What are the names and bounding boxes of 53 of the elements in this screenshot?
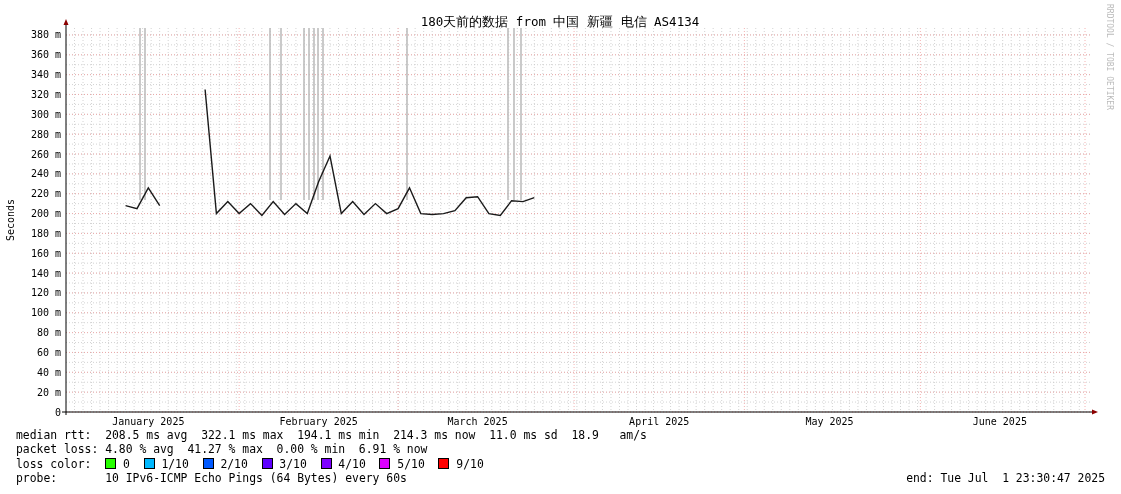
legend-value: am/s xyxy=(619,428,647,443)
tick-label: 200 m xyxy=(30,208,61,220)
legend-value: 1/10 xyxy=(161,456,189,471)
legend-value: 11.0 ms sd xyxy=(489,428,558,443)
end-time: end: Tue Jul 1 23:30:47 2025 xyxy=(906,470,1105,486)
tick-label: 320 m xyxy=(30,89,61,100)
legend-label: probe: xyxy=(16,470,59,486)
tick-label: 0 xyxy=(54,406,61,418)
legend-label: median rtt: xyxy=(16,428,93,443)
tick-label: May 2025 xyxy=(805,416,854,427)
tick-label: 180 m xyxy=(30,227,61,239)
legend-label: packet loss: xyxy=(16,442,100,457)
legend-value: 9/10 xyxy=(456,456,484,471)
tick-label: 260 m xyxy=(30,148,61,160)
tick-label: 140 m xyxy=(30,267,61,279)
legend-label: loss color: xyxy=(16,456,93,471)
tick-label: February 2025 xyxy=(279,416,358,427)
y-axis-label: Seconds xyxy=(5,198,16,242)
legend-value: 4.80 % avg xyxy=(105,442,174,457)
legend-value: 0.00 % min xyxy=(276,442,346,457)
tick-label: 20 m xyxy=(36,386,61,398)
legend-value: 194.1 ms min xyxy=(297,428,380,443)
tick-label: 100 m xyxy=(30,307,61,319)
legend-value: 3/10 xyxy=(279,456,307,471)
legend-value: 5/10 xyxy=(397,456,425,471)
tick-label: 220 m xyxy=(30,188,61,200)
tick-label: 240 m xyxy=(30,168,61,180)
tick-label: 80 m xyxy=(36,327,61,339)
tick-label: 40 m xyxy=(36,366,61,378)
tick-label: 380 m xyxy=(30,29,61,41)
legend-value: 2/10 xyxy=(220,456,248,471)
tick-label: 160 m xyxy=(30,247,61,259)
tick-label: March 2025 xyxy=(447,416,508,427)
legend-value: 0 xyxy=(123,456,130,471)
legend-value: 18.9 xyxy=(571,428,600,443)
chart-title: 180天前的数据 from 中国 新疆 电信 AS4134 xyxy=(420,14,700,29)
tick-label: April 2025 xyxy=(629,416,690,427)
tick-label: 280 m xyxy=(30,128,61,140)
probe-text: 10 IPv6-ICMP Echo Pings (64 Bytes) every 60s xyxy=(105,470,407,486)
legend-value: 208.5 ms avg xyxy=(105,428,188,443)
tick-label: 120 m xyxy=(30,287,61,299)
tick-label: June 2025 xyxy=(972,416,1027,427)
legend-value: 6.91 % now xyxy=(358,442,428,457)
tick-label: 60 m xyxy=(36,346,61,358)
tick-label: 360 m xyxy=(30,49,61,61)
tick-label: 300 m xyxy=(30,108,61,120)
tick-label: January 2025 xyxy=(112,416,185,427)
legend-value: 322.1 ms max xyxy=(201,428,284,443)
credit-text: RRDTOOL / TOBI OETIKER xyxy=(1105,4,1114,110)
legend-value: 4/10 xyxy=(338,456,366,471)
legend-value: 41.27 % max xyxy=(187,442,263,457)
legend-value: 214.3 ms now xyxy=(393,428,476,443)
tick-label: 340 m xyxy=(30,69,61,81)
